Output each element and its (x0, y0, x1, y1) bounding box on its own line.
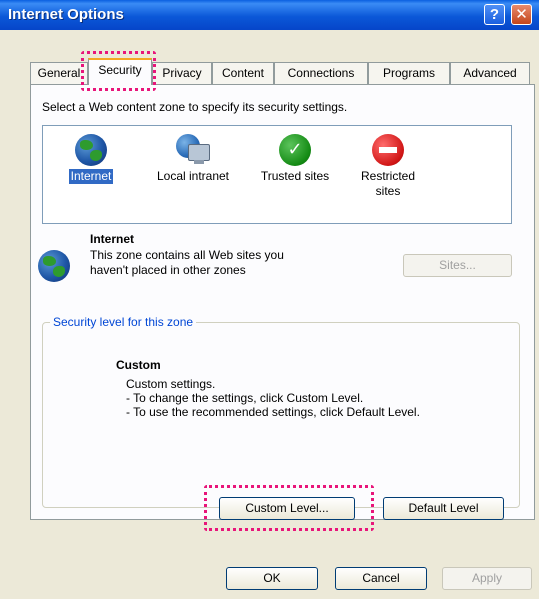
tab-content[interactable]: Content (212, 62, 274, 84)
zone-restricted-sites[interactable]: Restricted sites (348, 134, 428, 199)
selected-zone-description: This zone contains all Web sites you have… (90, 248, 284, 277)
security-level-legend: Security level for this zone (50, 315, 197, 329)
apply-button[interactable]: Apply (442, 567, 532, 590)
tab-connections[interactable]: Connections (274, 62, 368, 84)
checkmark-icon: ✓ (279, 134, 311, 166)
ok-button[interactable]: OK (226, 567, 318, 590)
zone-prompt: Select a Web content zone to specify its… (42, 100, 348, 114)
zone-list: Internet Local intranet ✓ Trusted sites … (42, 125, 512, 224)
help-button[interactable]: ? (484, 4, 505, 25)
zone-local-intranet-label: Local intranet (156, 169, 230, 183)
zone-trusted-sites[interactable]: ✓ Trusted sites (249, 134, 341, 184)
intranet-computer-icon (176, 134, 210, 166)
security-level-description: Custom settings. - To change the setting… (126, 377, 420, 419)
window-title: Internet Options (8, 6, 124, 23)
zone-restricted-label: Restricted sites (360, 169, 416, 198)
tab-security[interactable]: Security (88, 58, 152, 85)
zone-trusted-sites-label: Trusted sites (260, 169, 330, 183)
title-bar[interactable]: Internet Options ? ✕ (0, 0, 539, 30)
internet-options-window: Internet Options ? ✕ General Security Pr… (0, 0, 539, 599)
default-level-button[interactable]: Default Level (383, 497, 504, 520)
tab-programs[interactable]: Programs (368, 62, 450, 84)
tab-general[interactable]: General (30, 62, 88, 84)
tab-privacy[interactable]: Privacy (152, 62, 212, 84)
security-level-title: Custom (116, 358, 161, 372)
restricted-icon (372, 134, 404, 166)
zone-internet-label: Internet (68, 169, 114, 184)
close-button[interactable]: ✕ (511, 4, 532, 25)
zone-internet[interactable]: Internet (63, 134, 119, 184)
cancel-button[interactable]: Cancel (335, 567, 427, 590)
globe-icon (75, 134, 107, 166)
selected-zone-title: Internet (90, 232, 135, 246)
zone-local-intranet[interactable]: Local intranet (143, 134, 243, 184)
sites-button[interactable]: Sites... (403, 254, 512, 277)
highlight-custom-level (204, 485, 374, 531)
selected-zone-globe-icon (38, 250, 70, 282)
tab-advanced[interactable]: Advanced (450, 62, 530, 84)
